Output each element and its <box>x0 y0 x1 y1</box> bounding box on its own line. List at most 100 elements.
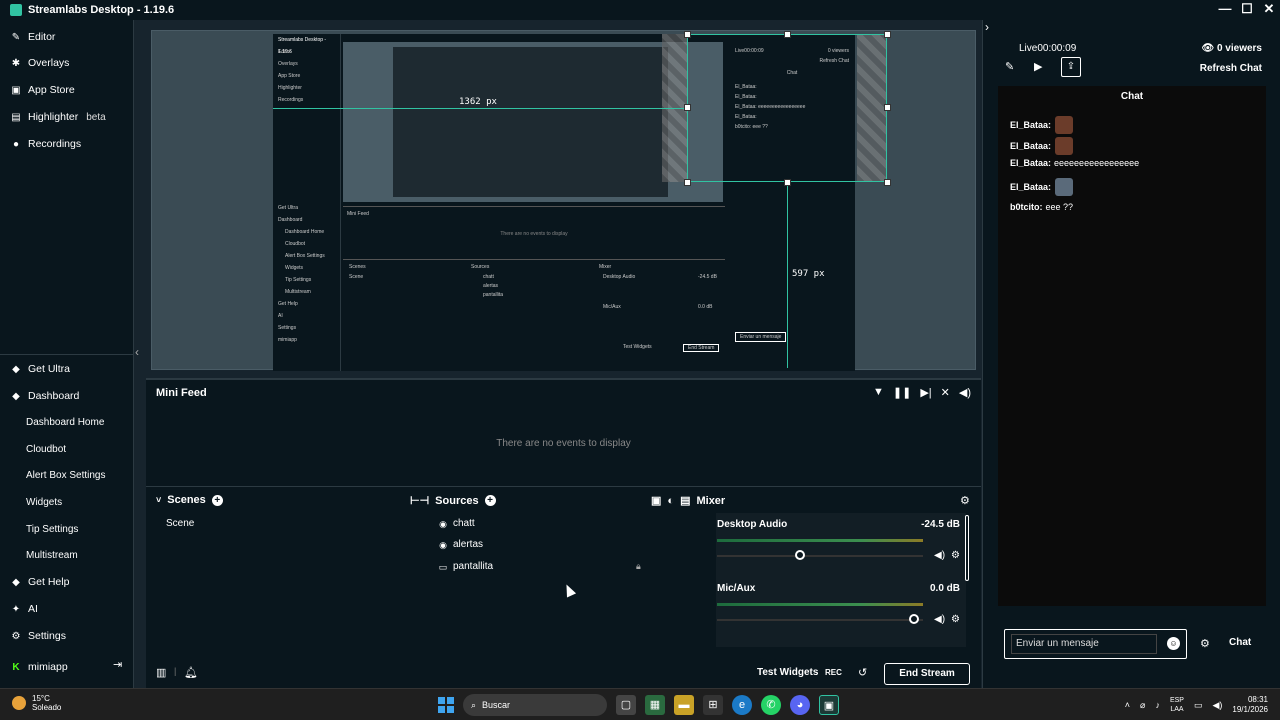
source-item-pantallita[interactable]: ▭ pantallita <box>438 561 493 572</box>
close-button[interactable]: ✕ <box>1258 0 1280 20</box>
logout-icon[interactable]: ⇥ <box>113 658 122 671</box>
clock[interactable]: 08:31 19/1/2026 <box>1232 695 1268 715</box>
minimize-button[interactable]: — <box>1214 0 1236 20</box>
advanced-audio-icon[interactable]: ◐ <box>667 495 674 507</box>
sidebar-item-multistream[interactable]: Multistream <box>26 550 78 566</box>
filter-icon[interactable]: ▼ <box>873 386 884 399</box>
refresh-chat-button[interactable]: Refresh Chat <box>1200 63 1262 74</box>
mixer-scrollbar[interactable] <box>965 515 969 581</box>
globe-icon: ◉ <box>439 539 447 550</box>
sidebar-item-get-help[interactable]: ◆ Get Help <box>10 573 69 591</box>
add-source-button[interactable]: + <box>484 495 496 506</box>
sidebar-item-tip-settings[interactable]: Tip Settings <box>26 524 78 540</box>
streamlabs-app-icon[interactable]: ▣ <box>819 695 839 715</box>
audio-meter <box>717 603 923 606</box>
replay-icon[interactable]: ↺ <box>858 666 867 679</box>
chat-settings-gear-icon[interactable]: ⚙ <box>1200 637 1210 650</box>
sidebar-item-label: App Store <box>28 84 75 96</box>
scene-item[interactable]: Scene <box>166 518 194 529</box>
sidebar-item-dashboard[interactable]: ◆ Dashboard <box>10 387 79 405</box>
resize-handle[interactable] <box>884 31 891 38</box>
resize-handle[interactable] <box>684 179 691 186</box>
sidebar-item-alert-box-settings[interactable]: Alert Box Settings <box>26 470 105 486</box>
mixer-settings-gear-icon[interactable]: ⚙ <box>960 494 970 507</box>
collapse-columns-icon[interactable]: ⊢⊣ <box>410 494 429 507</box>
windows-start-icon[interactable] <box>438 697 454 713</box>
add-scene-button[interactable]: + <box>211 494 223 506</box>
whatsapp-icon[interactable]: ✆ <box>761 695 781 715</box>
sidebar-item-settings[interactable]: ⚙ Settings <box>10 627 66 645</box>
bell-icon[interactable]: 🔔︎ <box>184 666 198 679</box>
widgets-app-icon[interactable]: ▦ <box>645 695 665 715</box>
speaker-icon[interactable]: ◀) <box>934 614 945 625</box>
sidebar-item-ai[interactable]: ✦ AI <box>10 600 38 618</box>
test-widgets-button[interactable]: Test Widgets <box>757 667 818 678</box>
sidebar-item-get-ultra[interactable]: ◆ Get Ultra <box>10 360 70 378</box>
resize-handle[interactable] <box>884 179 891 186</box>
pause-icon[interactable]: ❚❚ <box>893 386 911 399</box>
source-item-chatt[interactable]: ◉ chatt <box>438 518 475 529</box>
video-icon[interactable]: ▶ <box>1034 60 1042 73</box>
scenes-header: ˅ Scenes + <box>156 494 223 506</box>
volume-slider-knob[interactable] <box>909 614 919 624</box>
volume-slider[interactable] <box>717 555 923 557</box>
network-off-icon[interactable]: ⌀ <box>1140 700 1145 711</box>
capture-sidebar-item: AI <box>278 313 283 319</box>
chevron-down-icon[interactable]: ˅ <box>156 495 161 505</box>
resize-handle[interactable] <box>784 31 791 38</box>
channel-gear-icon[interactable]: ⚙ <box>951 614 960 625</box>
performance-icon[interactable]: ▥ <box>156 666 166 679</box>
resize-handle[interactable] <box>684 31 691 38</box>
resize-handle[interactable] <box>784 179 791 186</box>
end-stream-button[interactable]: End Stream <box>884 663 970 685</box>
sidebar-item-editor[interactable]: ✎ Editor <box>10 28 56 46</box>
emoji-icon[interactable]: ☺ <box>1167 637 1180 650</box>
task-view-icon[interactable]: ▢ <box>616 695 636 715</box>
sidebar-item-overlays[interactable]: ✱ Overlays <box>10 54 70 72</box>
maximize-button[interactable]: ☐ <box>1236 0 1258 20</box>
channel-gear-icon[interactable]: ⚙ <box>951 550 960 561</box>
resize-handle[interactable] <box>884 104 891 111</box>
mute-alerts-icon[interactable]: ✕ <box>941 386 950 399</box>
sidebar-item-recordings[interactable]: ● Recordings <box>10 135 81 153</box>
speaker-icon[interactable]: ◀) <box>934 550 945 561</box>
share-button[interactable]: ⇪ <box>1061 57 1081 77</box>
folder-icon[interactable]: ▤ <box>680 494 690 507</box>
microphone-icon[interactable]: ♪ <box>1155 700 1160 710</box>
discord-icon[interactable]: ◕ <box>790 695 810 715</box>
sidebar-item-widgets[interactable]: Widgets <box>26 497 62 513</box>
volume-slider[interactable] <box>717 619 923 621</box>
sidebar-item-app-store[interactable]: ▣ App Store <box>10 81 75 99</box>
volume-tray-icon[interactable]: ◀) <box>1212 700 1222 711</box>
sidebar-item-account[interactable]: K mimiapp <box>10 658 67 676</box>
edit-stream-icon[interactable]: ✎ <box>1005 60 1014 73</box>
sidebar-item-cloudbot[interactable]: Cloudbot <box>26 444 66 460</box>
skip-icon[interactable]: ▶| <box>920 386 931 399</box>
chevron-up-icon[interactable]: ˄ <box>1125 700 1130 710</box>
file-explorer-icon[interactable]: ▬ <box>674 695 694 715</box>
language-top: ESP <box>1169 697 1184 704</box>
volume-slider-knob[interactable] <box>795 550 805 560</box>
taskbar-search[interactable]: ⌕ Buscar <box>463 694 607 716</box>
sidebar-item-highlighter[interactable]: ▤ Highlighter beta <box>10 108 105 126</box>
stream-preview[interactable]: Streamlabs Desktop - 1.19.6 Editor Overl… <box>146 20 981 376</box>
rec-button[interactable]: REC <box>825 668 842 677</box>
chevron-right-icon[interactable]: › <box>985 20 989 34</box>
preview-canvas[interactable]: Streamlabs Desktop - 1.19.6 Editor Overl… <box>151 30 976 371</box>
display-icon[interactable]: ▭ <box>1194 700 1203 711</box>
source-item-alertas[interactable]: ◉ alertas <box>438 539 483 550</box>
resize-handle[interactable] <box>684 104 691 111</box>
weather-widget[interactable]: 15°C Soleado <box>12 694 61 712</box>
lock-icon[interactable]: 🔒︎ <box>636 561 641 572</box>
language-indicator[interactable]: ESP LAA <box>1170 696 1184 714</box>
chat-message: b0tcito: eee ?? <box>1010 202 1073 212</box>
store-app-icon[interactable]: ⊞ <box>703 695 723 715</box>
volume-icon[interactable]: ◀) <box>959 386 971 399</box>
selection-box[interactable] <box>687 34 887 182</box>
sidebar-item-dashboard-home[interactable]: Dashboard Home <box>26 417 104 433</box>
collapse-sidebar-icon[interactable]: ‹ <box>135 345 139 359</box>
chat-send-button[interactable]: Chat <box>1229 637 1251 648</box>
edge-browser-icon[interactable]: e <box>732 695 752 715</box>
chat-message-input[interactable]: Enviar un mensaje <box>1011 634 1157 654</box>
mixer-view-icon[interactable]: ▣ <box>651 494 661 507</box>
